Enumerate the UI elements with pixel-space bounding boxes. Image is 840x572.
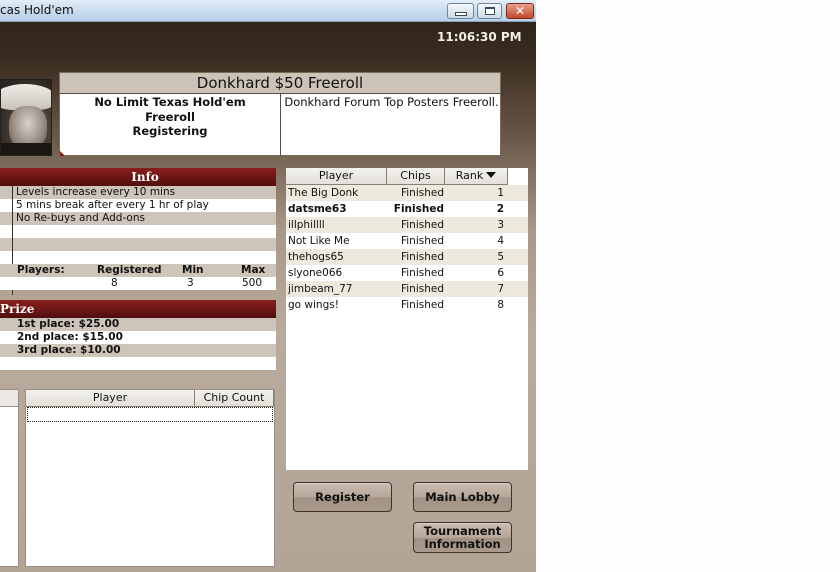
clock: 11:06:30 PM [437, 30, 522, 44]
column-header-rank[interactable]: Rank [445, 168, 508, 185]
prize-place: 1st place: $25.00 [0, 318, 276, 331]
close-icon: ✕ [514, 4, 526, 18]
tournament-description: Donkhard Forum Top Posters Freeroll. [284, 95, 499, 109]
column-header-player[interactable]: Player [286, 168, 387, 185]
maximize-button[interactable] [477, 3, 502, 19]
player-rank: 1 [497, 187, 504, 199]
player-chips: Finished [400, 283, 444, 295]
player-rank: 8 [497, 299, 504, 311]
players-header-row: Players: Registered Min Max [0, 264, 276, 277]
info-line [0, 225, 276, 238]
max-label: Max [241, 264, 266, 276]
prize-panel: Prize 1st place: $25.00 2nd place: $15.0… [0, 300, 276, 370]
standings-header: Player Chips Rank [286, 168, 528, 185]
player-chips: Finished [400, 187, 444, 199]
minimize-icon [448, 4, 473, 18]
tournament-information-button[interactable]: Tournament Information [413, 522, 512, 553]
tournament-lobby-window: cas Hold'em ✕ 11:06:30 PM Donkhard $50 F… [0, 0, 536, 572]
player-rank: 5 [497, 251, 504, 263]
player-rank: 3 [497, 219, 504, 231]
standings-row[interactable]: illphillll Finished 3 [286, 217, 528, 233]
registered-count: 8 [111, 277, 118, 289]
player-chips: Finished [400, 219, 444, 231]
tournament-summary: No Limit Texas Hold'em Freeroll Register… [60, 94, 281, 156]
player-name: illphillll [288, 219, 325, 231]
player-name: Not Like Me [288, 235, 350, 247]
player-chips: Finished [400, 251, 444, 263]
corner-marker [60, 151, 65, 156]
tournament-type: Freeroll [145, 109, 195, 124]
player-rank: 2 [496, 203, 504, 215]
prize-place: 2nd place: $15.00 [0, 331, 276, 344]
close-button[interactable]: ✕ [506, 3, 534, 19]
register-button[interactable]: Register [293, 482, 392, 512]
info-panel: Info Levels increase every 10 mins 5 min… [0, 168, 276, 295]
table-list[interactable] [0, 389, 19, 567]
player-chips: Finished [393, 203, 444, 215]
player-name: datsme63 [288, 203, 347, 215]
prize-place: 3rd place: $10.00 [0, 344, 276, 357]
standings-table[interactable]: Player Chips Rank The Big Donk Finished 1 d… [286, 168, 528, 470]
player-chips: Finished [400, 235, 444, 247]
title-bar[interactable]: cas Hold'em ✕ [0, 0, 536, 22]
rank-label: Rank [455, 169, 484, 182]
min-count: 3 [187, 277, 194, 289]
info-line: Levels increase every 10 mins [0, 186, 276, 199]
minimize-button[interactable] [447, 3, 474, 19]
table-list-header [0, 390, 18, 407]
tournament-name: Donkhard $50 Freeroll [60, 73, 500, 94]
prize-header: Prize [0, 300, 276, 318]
main-lobby-button[interactable]: Main Lobby [413, 482, 512, 512]
player-rank: 6 [497, 267, 504, 279]
standings-row[interactable]: go wings! Finished 8 [286, 297, 528, 313]
game-type: No Limit Texas Hold'em [94, 95, 246, 109]
max-count: 500 [242, 277, 263, 289]
tournament-header: Donkhard $50 Freeroll No Limit Texas Hol… [59, 72, 501, 156]
player-name: jimbeam_77 [288, 283, 353, 295]
min-label: Min [182, 264, 204, 276]
maximize-icon [478, 4, 501, 18]
standings-row[interactable]: datsme63 Finished 2 [286, 201, 528, 217]
standings-row[interactable]: thehogs65 Finished 5 [286, 249, 528, 265]
info-line-blank [0, 251, 276, 264]
player-name: slyone066 [288, 267, 343, 279]
info-line: No Re-buys and Add-ons [0, 212, 276, 225]
standings-row[interactable]: slyone066 Finished 6 [286, 265, 528, 281]
tournament-info-label-line2: Information [424, 537, 501, 551]
player-chips: Finished [400, 267, 444, 279]
standings-row[interactable]: Not Like Me Finished 4 [286, 233, 528, 249]
info-line: 5 mins break after every 1 hr of play [0, 199, 276, 212]
player-name: The Big Donk [288, 187, 359, 199]
player-name: go wings! [288, 299, 339, 311]
host-avatar-image [0, 79, 52, 156]
prize-blank [0, 357, 276, 370]
tournament-status: Registering [132, 124, 208, 138]
window-title: cas Hold'em [0, 3, 74, 17]
registered-label: Registered [97, 264, 162, 276]
player-rank: 7 [497, 283, 504, 295]
player-name: thehogs65 [288, 251, 344, 263]
sort-descending-icon [486, 172, 497, 178]
column-header-player[interactable]: Player [26, 390, 195, 407]
players-label: Players: [17, 264, 65, 276]
selected-row-focus[interactable] [27, 407, 273, 422]
column-header-chips[interactable]: Chips [387, 168, 445, 185]
standings-body: The Big Donk Finished 1 datsme63 Finished 2 il… [286, 185, 528, 313]
players-count-row: 8 3 500 [0, 277, 276, 290]
standings-row[interactable]: The Big Donk Finished 1 [286, 185, 528, 201]
player-rank: 4 [497, 235, 504, 247]
column-header-chip-count[interactable]: Chip Count [195, 390, 274, 407]
player-chips: Finished [400, 299, 444, 311]
info-header: Info [0, 168, 276, 186]
standings-row[interactable]: jimbeam_77 Finished 7 [286, 281, 528, 297]
chip-count-table[interactable]: Player Chip Count [25, 389, 275, 567]
info-line [0, 238, 276, 251]
